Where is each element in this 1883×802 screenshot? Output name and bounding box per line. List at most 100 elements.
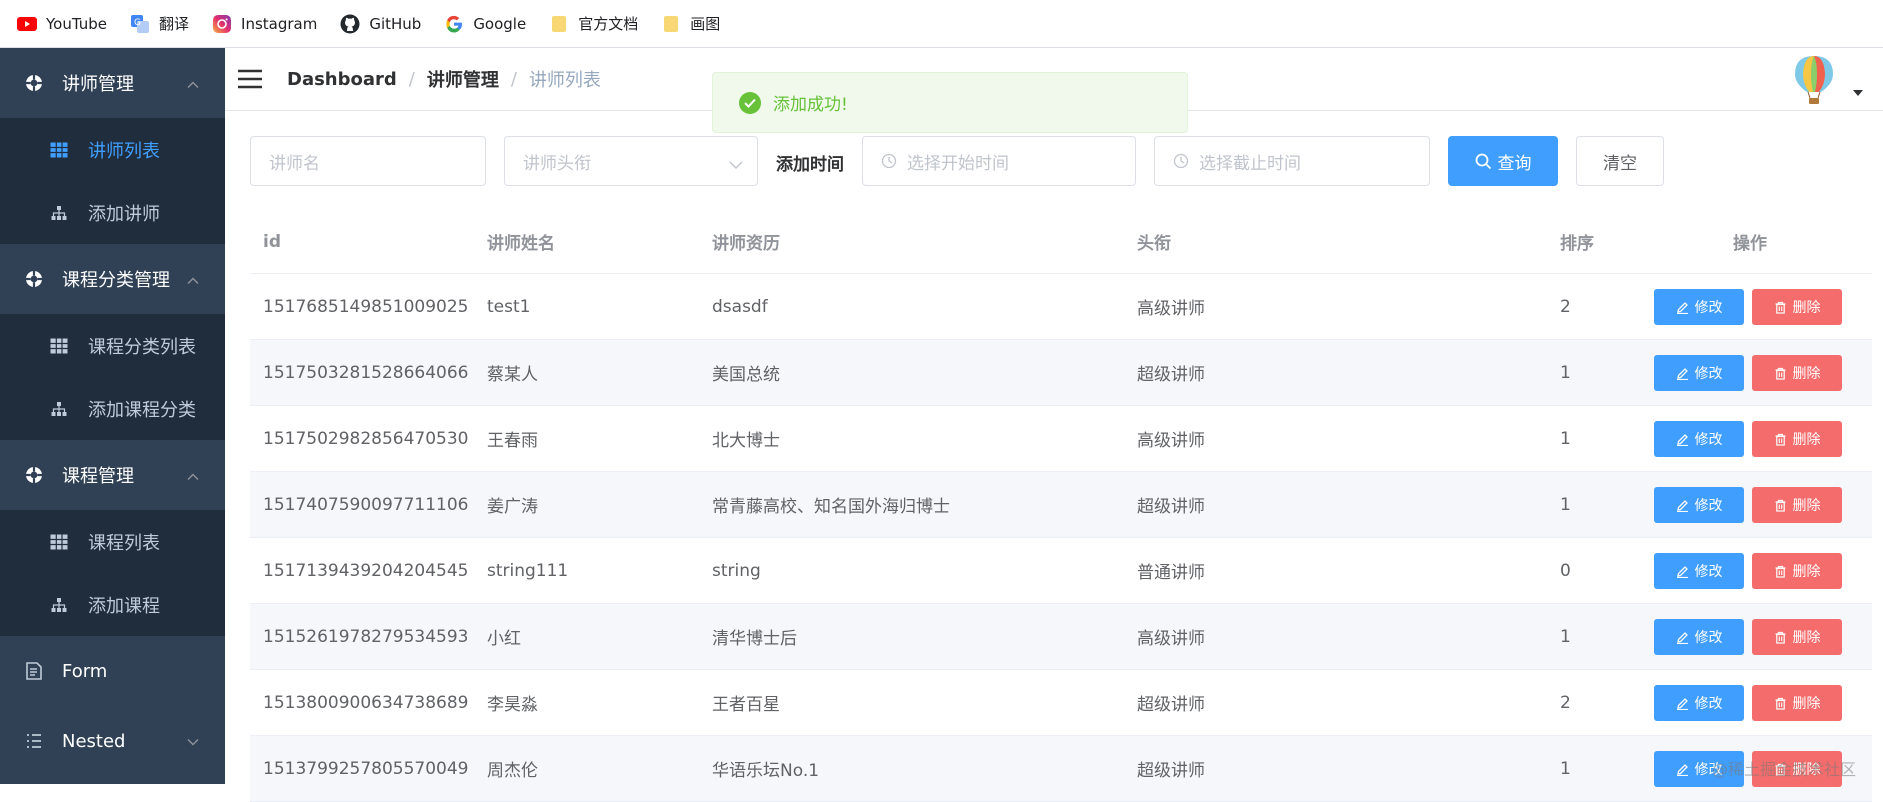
translate-icon: G [129, 13, 151, 35]
delete-button-label: 删除 [1792, 300, 1821, 316]
row-actions: 修改 删除 [1654, 685, 1850, 721]
breadcrumb-separator: / [510, 68, 517, 90]
cell-name: 蔡某人 [487, 365, 538, 385]
bookmark-label: Google [473, 14, 527, 33]
delete-button[interactable]: 删除 [1752, 553, 1842, 589]
cell-id: 1515261978279534593 [263, 626, 469, 647]
form-icon [24, 661, 44, 681]
cell-sort: 2 [1560, 692, 1571, 713]
sidebar-item-label: 讲师列表 [88, 140, 160, 162]
table-icon [50, 533, 68, 551]
life-ring-icon [24, 73, 44, 93]
search-button[interactable]: 查询 [1448, 136, 1558, 186]
cell-sort: 0 [1560, 560, 1571, 581]
table-row: 1517502982856470530 王春雨 北大博士 高级讲师 1 修改 删除 [250, 406, 1872, 472]
sidebar-menu-course[interactable]: 课程管理 [0, 440, 225, 510]
sidebar-menu-teacher[interactable]: 讲师管理 [0, 48, 225, 118]
edit-button[interactable]: 修改 [1654, 355, 1744, 391]
edit-button-label: 修改 [1694, 630, 1723, 646]
header-id: id [263, 231, 281, 252]
delete-button-label: 删除 [1792, 366, 1821, 382]
bookmarks-bar: YouTube G 翻译 Instagram GitHub Google 官方文… [0, 0, 1883, 48]
breadcrumb-separator: / [408, 68, 415, 90]
cell-level: 超级讲师 [1137, 497, 1205, 517]
delete-button[interactable]: 删除 [1752, 289, 1842, 325]
delete-button[interactable]: 删除 [1752, 619, 1842, 655]
avatar[interactable] [1787, 52, 1841, 106]
life-ring-icon [24, 269, 44, 289]
cell-id: 1517502982856470530 [263, 428, 469, 449]
bookmark-youtube[interactable]: YouTube [16, 13, 107, 35]
bookmark-label: 翻译 [159, 15, 190, 33]
row-actions: 修改 删除 [1654, 619, 1850, 655]
chevron-down-icon [187, 731, 199, 752]
start-time-picker[interactable]: 选择开始时间 [862, 136, 1136, 186]
delete-button[interactable]: 删除 [1752, 685, 1842, 721]
trash-icon [1775, 499, 1785, 512]
edit-button-label: 修改 [1694, 696, 1723, 712]
bookmark-translate[interactable]: G 翻译 [129, 13, 189, 35]
sidebar-item-add-course[interactable]: 添加课程 [0, 573, 225, 636]
sidebar-item-label: 课程列表 [88, 532, 160, 554]
sidebar-item-course-category-list[interactable]: 课程分类列表 [0, 314, 225, 377]
svg-text:G: G [134, 18, 141, 28]
edit-button[interactable]: 修改 [1654, 421, 1744, 457]
instagram-icon [211, 13, 233, 35]
breadcrumb-dashboard[interactable]: Dashboard [287, 69, 397, 90]
bookmark-instagram[interactable]: Instagram [211, 13, 317, 35]
end-time-picker[interactable]: 选择截止时间 [1154, 136, 1430, 186]
edit-button[interactable]: 修改 [1654, 685, 1744, 721]
teacher-name-input[interactable]: 讲师名 [250, 136, 486, 186]
delete-button[interactable]: 删除 [1752, 421, 1842, 457]
sidebar-item-add-teacher[interactable]: 添加讲师 [0, 181, 225, 244]
edit-icon [1676, 697, 1688, 710]
chevron-up-icon [187, 465, 199, 486]
folder-icon [660, 13, 682, 35]
cell-intro: 华语乐坛No.1 [712, 761, 820, 781]
teacher-level-select[interactable]: 讲师头衔 [504, 136, 758, 186]
sidebar-item-course-list[interactable]: 课程列表 [0, 510, 225, 573]
edit-icon [1676, 433, 1688, 446]
cell-name: string111 [487, 560, 569, 581]
hamburger-icon[interactable] [237, 68, 263, 90]
edit-button[interactable]: 修改 [1654, 553, 1744, 589]
bookmark-official-docs[interactable]: 官方文档 [548, 13, 638, 35]
edit-button[interactable]: 修改 [1654, 619, 1744, 655]
bookmark-github[interactable]: GitHub [339, 13, 421, 35]
cell-id: 1517685149851009025 [263, 296, 469, 317]
edit-button[interactable]: 修改 [1654, 289, 1744, 325]
edit-button[interactable]: 修改 [1654, 487, 1744, 523]
trash-icon [1775, 697, 1785, 710]
cell-intro: dsasdf [712, 296, 768, 317]
bookmark-label: Instagram [241, 14, 318, 33]
sidebar-menu-course-category[interactable]: 课程分类管理 [0, 244, 225, 314]
success-message-text: 添加成功! [773, 95, 848, 115]
chevron-up-icon [187, 73, 199, 94]
row-actions: 修改 删除 [1654, 487, 1850, 523]
delete-button-label: 删除 [1792, 564, 1821, 580]
clear-button[interactable]: 清空 [1576, 136, 1664, 186]
placeholder-text: 选择截止时间 [1199, 153, 1301, 174]
trash-icon [1775, 565, 1785, 578]
bookmark-drawing[interactable]: 画图 [660, 13, 720, 35]
table-body: 1517685149851009025 test1 dsasdf 高级讲师 2 修改 删除 1… [250, 274, 1872, 802]
edit-icon [1676, 499, 1688, 512]
breadcrumb-teacher-manage[interactable]: 讲师管理 [427, 66, 499, 92]
table-row: 1515261978279534593 小红 清华博士后 高级讲师 1 修改 删除 [250, 604, 1872, 670]
edit-icon [1676, 367, 1688, 380]
cell-id: 1517503281528664066 [263, 362, 469, 383]
cell-name: 姜广涛 [487, 497, 538, 517]
trash-icon [1775, 367, 1785, 380]
sidebar-menu-nested[interactable]: Nested [0, 706, 225, 776]
clear-button-label: 清空 [1603, 153, 1637, 174]
delete-button[interactable]: 删除 [1752, 355, 1842, 391]
sidebar-menu-form[interactable]: Form [0, 636, 225, 706]
tree-icon [50, 596, 68, 614]
bookmark-google[interactable]: Google [443, 13, 526, 35]
sidebar-item-add-course-category[interactable]: 添加课程分类 [0, 377, 225, 440]
delete-button[interactable]: 删除 [1752, 487, 1842, 523]
chevron-down-icon [729, 155, 743, 175]
delete-button-label: 删除 [1792, 498, 1821, 514]
sidebar-item-teacher-list[interactable]: 讲师列表 [0, 118, 225, 181]
caret-down-icon[interactable] [1853, 90, 1863, 96]
